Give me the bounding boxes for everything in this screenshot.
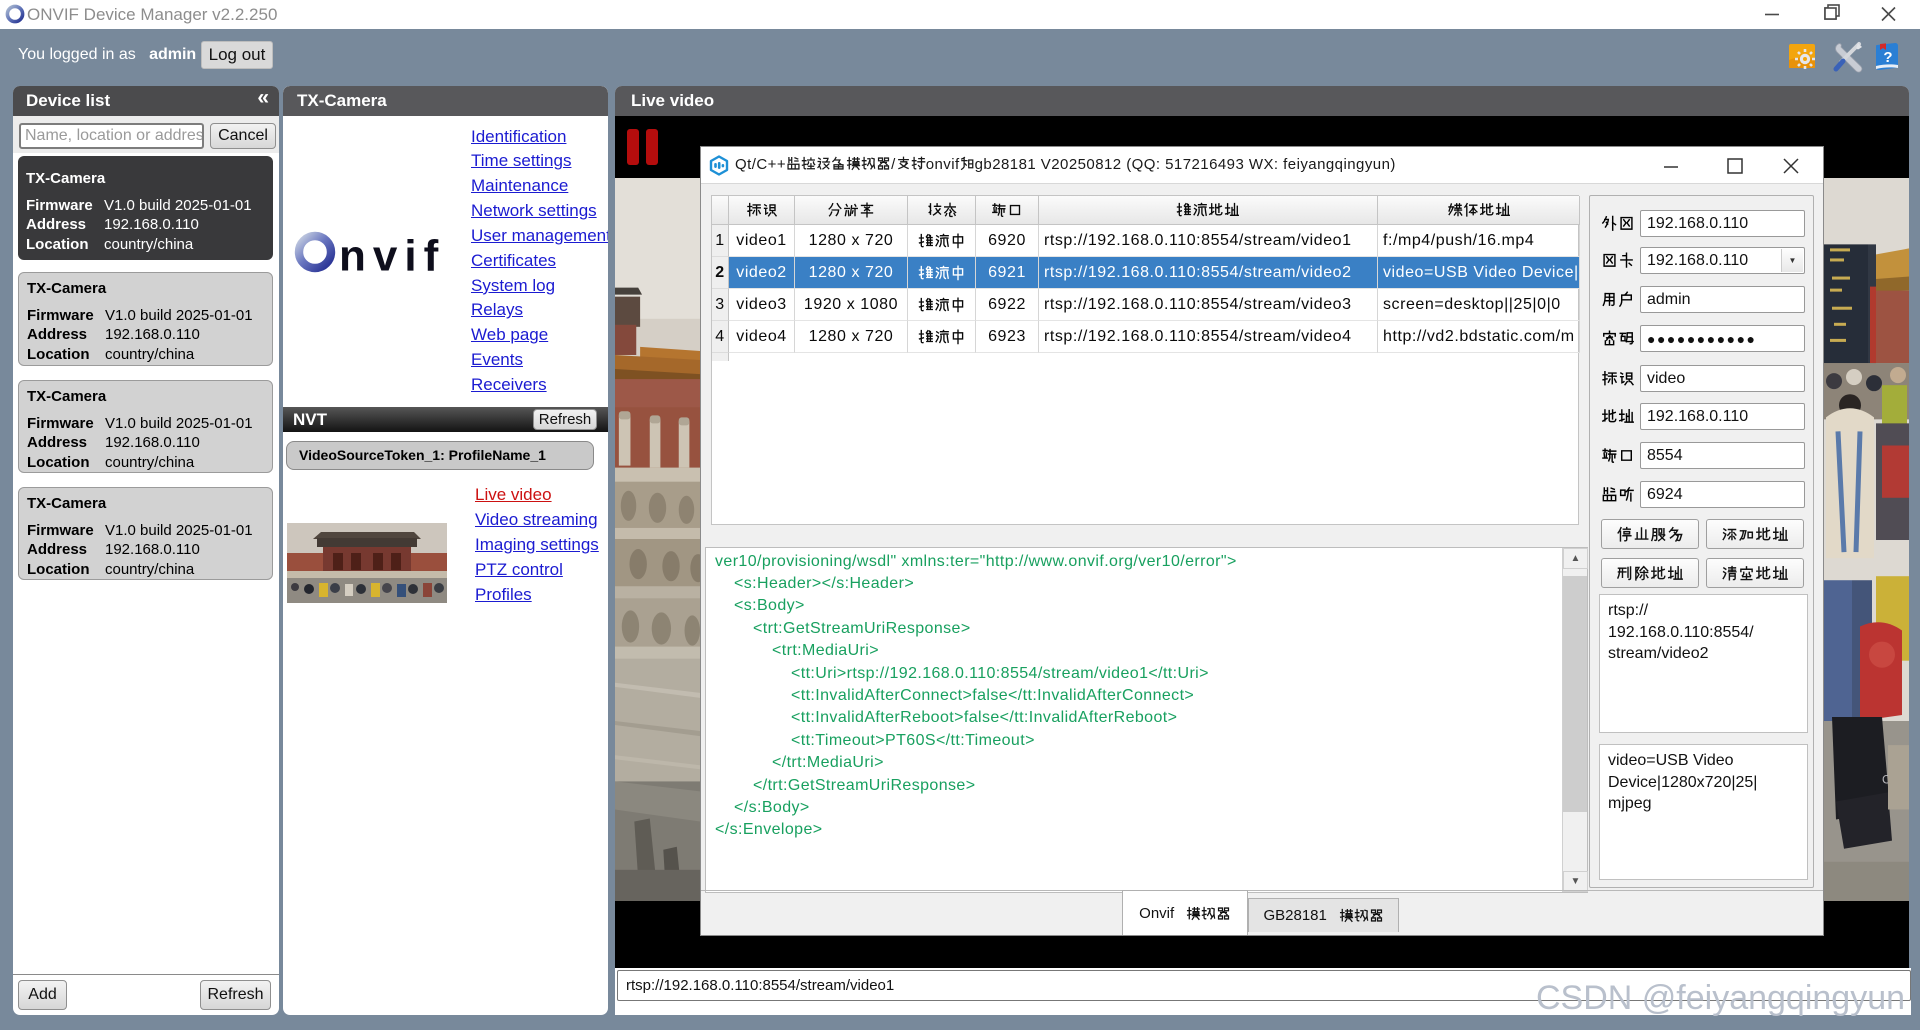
svg-text:?: ? — [1883, 49, 1892, 66]
svg-text:nvif: nvif — [339, 232, 444, 274]
